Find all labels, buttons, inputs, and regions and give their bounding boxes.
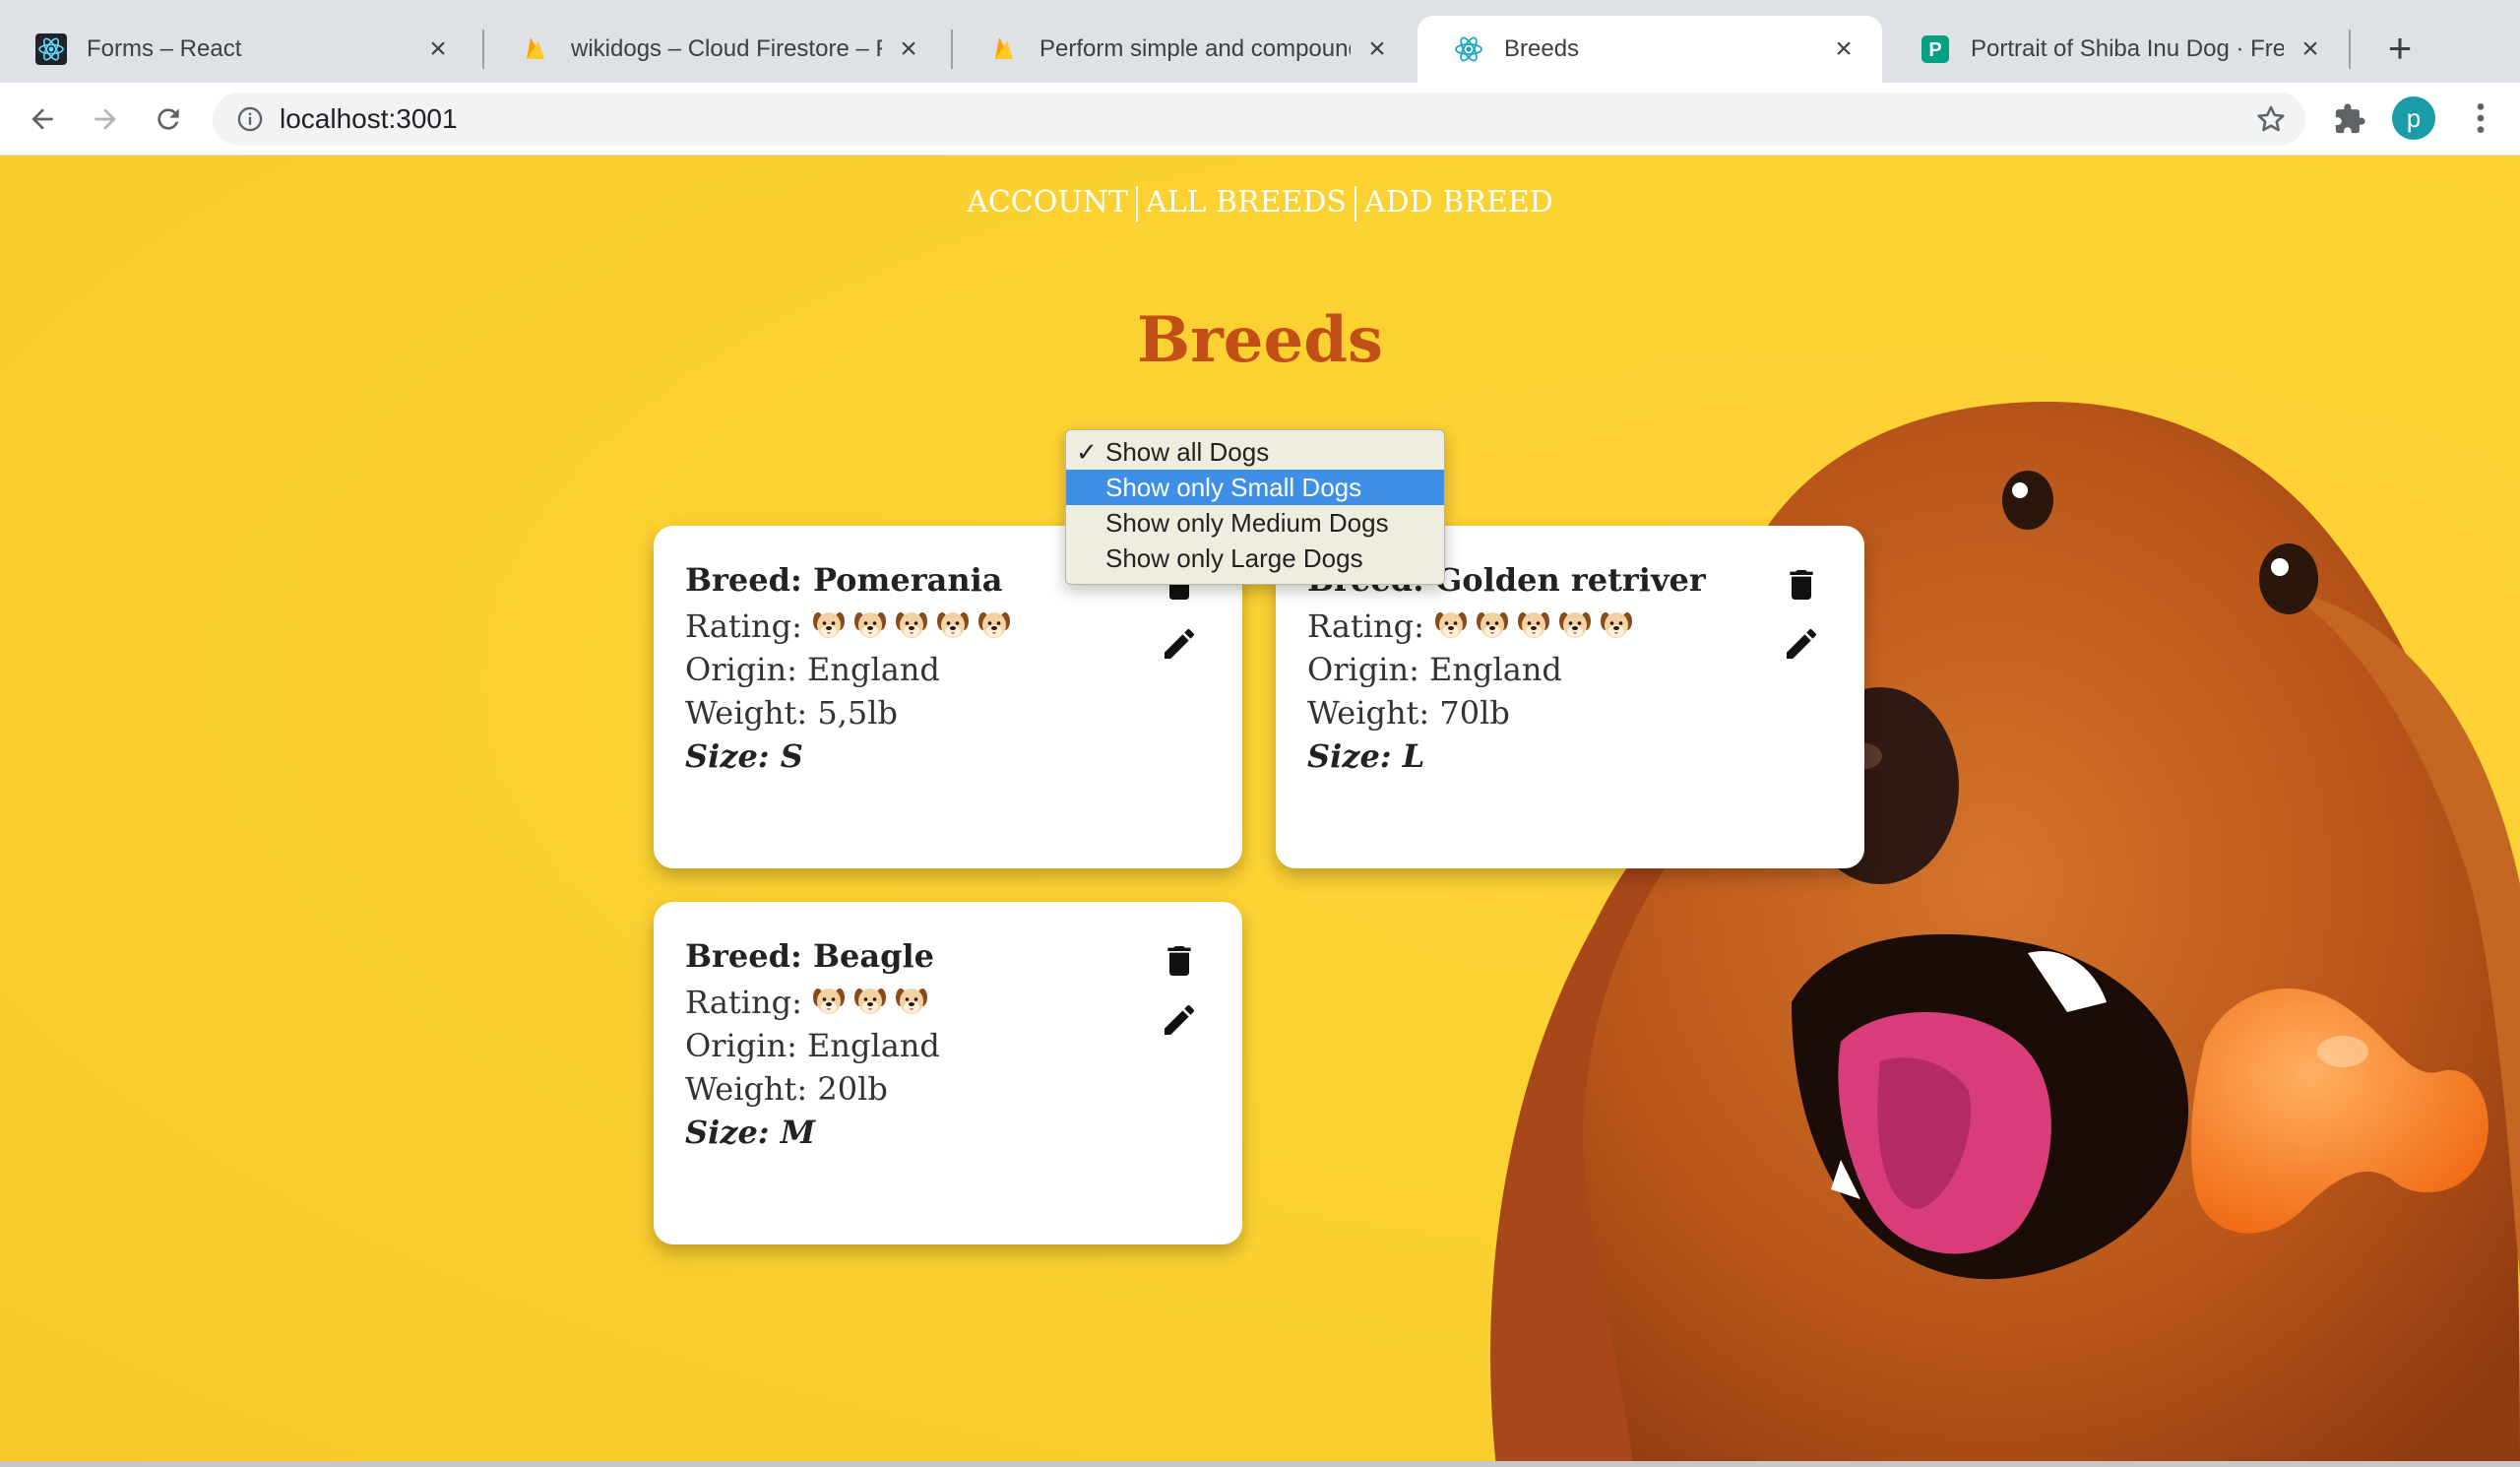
close-icon[interactable]: × [1829,34,1858,64]
dog-rating-icon [853,607,895,645]
dog-rating-icon [812,984,853,1021]
window-bottom-edge [0,1461,2520,1467]
tab-separator [2349,30,2351,69]
top-navigation: ACCOUNT ALL BREEDS ADD BREED [0,185,2520,222]
breed-size: Size: S [685,737,803,775]
nav-add-breed-link[interactable]: ADD BREED [1356,185,1561,220]
size-filter-dropdown[interactable]: ✓ Show all Dogs Show only Small Dogs Show… [1065,429,1445,585]
dog-rating-icon [895,984,936,1021]
rating-label: Rating: [1307,607,1424,645]
tab-title: Breeds [1504,35,1580,62]
dog-rating-icon [1558,607,1600,645]
dog-rating-icon [1434,607,1476,645]
forward-button[interactable] [83,96,128,142]
tab-breeds[interactable]: Breeds × [1418,16,1882,83]
option-label: Show only Medium Dogs [1105,508,1389,538]
more-menu-icon[interactable] [2461,98,2500,138]
pencil-icon[interactable] [1160,1000,1199,1040]
breed-origin: Origin: England [685,651,940,688]
breed-origin: Origin: England [1307,651,1562,688]
close-icon[interactable]: × [1362,34,1392,64]
pencil-icon[interactable] [1160,624,1199,664]
react-icon [35,33,67,65]
tab-title: wikidogs – Cloud Firestore – Fi [571,35,882,62]
dog-background-image [1490,402,2520,1467]
breed-origin: Origin: England [685,1027,940,1064]
breed-card-beagle: Breed: Beagle Rating: Origin: England We… [654,902,1242,1244]
breed-weight: Weight: 70lb [1307,694,1510,732]
dog-rating-icon [977,607,1019,645]
rating-label: Rating: [685,607,802,645]
option-show-all-dogs[interactable]: ✓ Show all Dogs [1066,434,1444,470]
breed-weight: Weight: 5,5lb [685,694,898,732]
profile-avatar[interactable]: p [2392,96,2435,140]
dog-rating-icon [936,607,977,645]
dog-rating-icon [1476,607,1517,645]
info-icon[interactable] [236,105,264,133]
new-tab-button[interactable]: + [2376,26,2424,73]
close-icon[interactable]: × [423,34,453,64]
tab-perform-queries[interactable]: Perform simple and compound × [953,16,1416,83]
url-text: localhost:3001 [280,103,458,134]
browser-tab-bar: Forms – React × wikidogs – Cloud Firesto… [0,0,2520,83]
tab-forms-react[interactable]: Forms – React × [0,16,476,83]
rating-icons [1434,607,1641,645]
dog-rating-icon [895,607,936,645]
pexels-icon: P [1920,33,1951,65]
browser-toolbar: localhost:3001 p [0,83,2520,156]
rating-icons [812,984,936,1021]
breed-rating: Rating: [685,981,1211,1024]
close-icon[interactable]: × [894,34,923,64]
svg-text:P: P [1928,39,1941,61]
breed-size: Size: M [685,1114,816,1151]
option-show-large-dogs[interactable]: Show only Large Dogs [1066,541,1444,576]
checkmark-icon: ✓ [1076,437,1098,467]
bookmark-star-icon[interactable] [2254,102,2288,136]
tab-wikidogs-firestore[interactable]: wikidogs – Cloud Firestore – Fi × [484,16,947,83]
reload-button[interactable] [146,96,191,142]
option-label: Show all Dogs [1105,437,1270,467]
tab-title: Portrait of Shiba Inu Dog · Free [1971,35,2284,62]
extensions-icon[interactable] [2333,102,2366,136]
back-button[interactable] [20,96,65,142]
breed-rating: Rating: [685,605,1211,648]
firebase-icon [988,33,1020,65]
nav-account-link[interactable]: ACCOUNT [959,185,1136,220]
option-label: Show only Large Dogs [1105,543,1363,573]
dog-rating-icon [853,984,895,1021]
reload-icon [158,108,179,130]
trash-icon[interactable] [1160,941,1199,981]
page-viewport: ACCOUNT ALL BREEDS ADD BREED Breeds Breed:… [0,156,2520,1467]
address-bar[interactable]: localhost:3001 [213,93,2305,146]
arrow-right-icon [94,108,116,130]
tab-title: Perform simple and compound [1040,35,1351,62]
dog-rating-icon [1517,607,1558,645]
breed-weight: Weight: 20lb [685,1070,888,1108]
option-show-medium-dogs[interactable]: Show only Medium Dogs [1066,505,1444,541]
pencil-icon[interactable] [1782,624,1821,664]
option-label: Show only Small Dogs [1105,473,1362,502]
firebase-icon [520,33,551,65]
rating-label: Rating: [685,984,802,1021]
dog-rating-icon [812,607,853,645]
dog-rating-icon [1600,607,1641,645]
option-show-small-dogs[interactable]: Show only Small Dogs [1066,470,1444,505]
trash-icon[interactable] [1782,565,1821,605]
tab-shiba-inu[interactable]: P Portrait of Shiba Inu Dog · Free × [1884,16,2349,83]
nav-all-breeds-link[interactable]: ALL BREEDS [1138,185,1354,220]
react-icon [1453,33,1484,65]
arrow-left-icon [32,108,53,130]
close-icon[interactable]: × [2296,34,2325,64]
breed-size: Size: L [1307,737,1425,775]
page-title: Breeds [1136,303,1384,377]
breed-name: Breed: Beagle [685,937,934,975]
tab-title: Forms – React [87,35,242,62]
breed-rating: Rating: [1307,605,1833,648]
rating-icons [812,607,1019,645]
